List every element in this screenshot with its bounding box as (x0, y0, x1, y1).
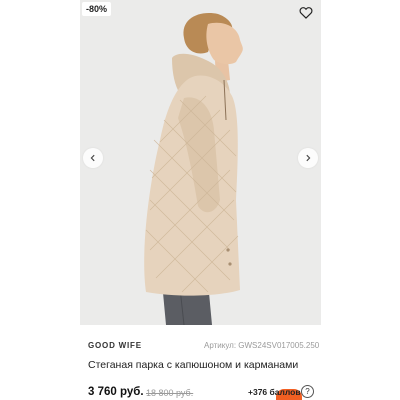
bonus-help-button[interactable]: ? (301, 385, 314, 398)
product-title[interactable]: Стеганая парка с капюшоном и карманами (88, 359, 298, 372)
heart-outline-icon (299, 6, 313, 19)
chevron-left-icon (90, 154, 95, 162)
bonus-points: +376 баллов (248, 387, 301, 397)
old-price: 18 800 руб. (146, 388, 194, 398)
next-image-button[interactable] (298, 148, 318, 168)
prev-image-button[interactable] (83, 148, 103, 168)
discount-badge: -80% (82, 2, 112, 16)
article-number: Артикул: GWS24SV017005.250 (204, 341, 320, 350)
model-illustration (144, 13, 243, 325)
product-photo[interactable] (80, 0, 321, 325)
current-price: 3 760 руб. (88, 386, 144, 398)
product-card: -80% GOOD WIFE Артикул: GWS24SV017005.25… (0, 0, 400, 400)
brand-name[interactable]: GOOD WIFE (88, 341, 142, 351)
favorite-button[interactable] (295, 2, 317, 22)
chevron-right-icon (306, 154, 311, 162)
